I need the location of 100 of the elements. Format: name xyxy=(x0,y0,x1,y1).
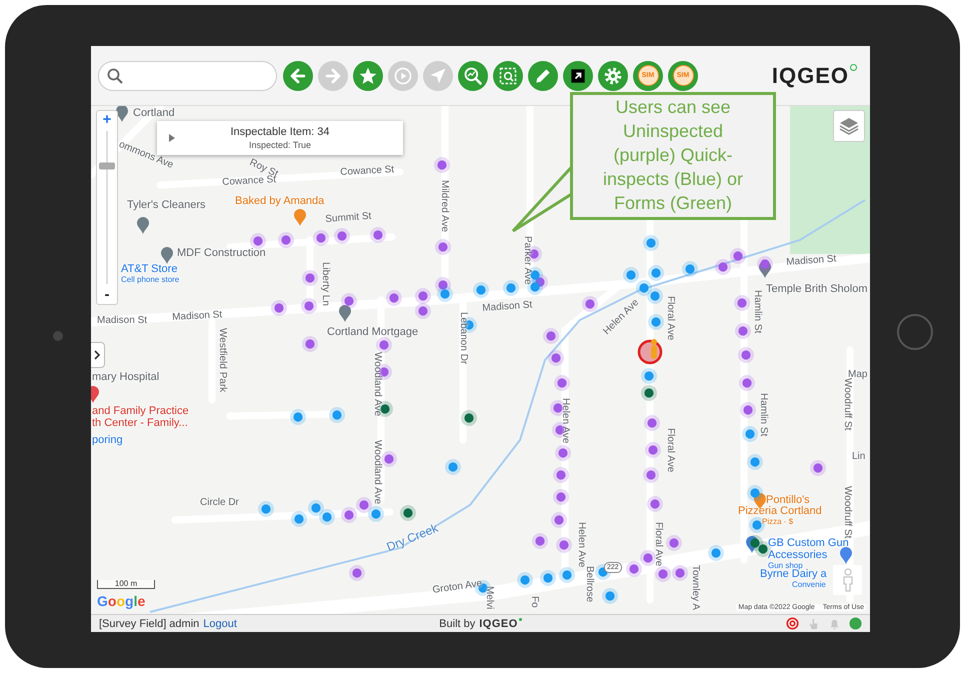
map-marker[interactable] xyxy=(349,565,365,581)
map-marker[interactable] xyxy=(435,239,451,255)
map-marker[interactable] xyxy=(461,410,477,426)
map-label: Baked by Amanda xyxy=(235,196,324,207)
export-button[interactable] xyxy=(563,60,593,90)
map-marker[interactable] xyxy=(301,298,317,314)
target-icon[interactable] xyxy=(786,617,799,630)
map-marker[interactable] xyxy=(740,402,756,418)
map-marker[interactable] xyxy=(356,497,372,513)
map-marker[interactable] xyxy=(554,375,570,391)
map-marker[interactable] xyxy=(302,270,318,286)
map-marker[interactable] xyxy=(271,300,287,316)
map-label: mary Hospital xyxy=(92,372,160,383)
map-marker[interactable] xyxy=(376,337,392,353)
map-marker[interactable] xyxy=(655,566,671,582)
map-marker[interactable] xyxy=(730,248,746,264)
map-marker[interactable] xyxy=(623,267,639,283)
map-marker[interactable] xyxy=(682,261,698,277)
map-marker[interactable] xyxy=(559,567,575,583)
map-marker[interactable] xyxy=(341,293,357,309)
map-marker[interactable] xyxy=(734,295,750,311)
select-zoom-button[interactable] xyxy=(493,60,523,90)
map-marker[interactable] xyxy=(548,350,564,366)
map-marker[interactable] xyxy=(551,512,567,528)
map-marker[interactable] xyxy=(543,328,559,344)
map-marker[interactable] xyxy=(532,533,548,549)
selected-marker-icon[interactable] xyxy=(638,339,662,364)
map-marker[interactable] xyxy=(370,227,386,243)
map-label: Gun shop xyxy=(768,562,803,570)
map-marker[interactable] xyxy=(386,290,402,306)
search-field[interactable] xyxy=(98,60,277,90)
map-marker[interactable] xyxy=(742,426,758,442)
map-marker[interactable] xyxy=(735,323,751,339)
map-marker[interactable] xyxy=(556,537,572,553)
map-marker[interactable] xyxy=(739,375,755,391)
home-button[interactable] xyxy=(897,314,933,350)
map-marker[interactable] xyxy=(810,460,826,476)
map-marker[interactable] xyxy=(757,256,773,272)
map-marker[interactable] xyxy=(641,368,657,384)
map-marker[interactable] xyxy=(250,233,266,249)
map-marker[interactable] xyxy=(747,485,763,501)
back-button[interactable] xyxy=(283,60,313,90)
star-button[interactable] xyxy=(353,60,383,90)
map-marker[interactable] xyxy=(415,303,431,319)
map-marker[interactable] xyxy=(708,545,724,561)
map-marker[interactable] xyxy=(648,265,664,281)
map-marker[interactable] xyxy=(368,506,384,522)
map-marker[interactable] xyxy=(641,385,657,401)
settings-button[interactable] xyxy=(598,60,628,90)
map-marker[interactable] xyxy=(313,230,329,246)
map-marker[interactable] xyxy=(738,347,754,363)
map-marker[interactable] xyxy=(400,505,416,521)
caret-icon[interactable] xyxy=(169,134,175,142)
map-marker[interactable] xyxy=(648,314,664,330)
map-marker[interactable] xyxy=(640,550,656,566)
map-marker[interactable] xyxy=(381,451,397,467)
layers-button[interactable] xyxy=(833,110,865,142)
map-marker[interactable] xyxy=(643,467,659,483)
map-marker[interactable] xyxy=(555,445,571,461)
map-label: Cortland Mortgage xyxy=(327,327,418,338)
map-marker[interactable] xyxy=(672,565,688,581)
zoom-in-button[interactable]: + xyxy=(102,111,112,129)
map-marker[interactable] xyxy=(647,496,663,512)
map-marker[interactable] xyxy=(517,572,533,588)
map-marker[interactable] xyxy=(715,259,731,275)
map-marker[interactable] xyxy=(434,157,450,173)
map-marker[interactable] xyxy=(647,288,663,304)
map-marker[interactable] xyxy=(582,296,598,312)
map-marker[interactable] xyxy=(329,407,345,423)
expand-panel-button[interactable] xyxy=(91,342,105,368)
map-marker[interactable] xyxy=(341,507,357,523)
map-marker[interactable] xyxy=(602,588,618,604)
map-marker[interactable] xyxy=(437,286,453,302)
map-marker[interactable] xyxy=(473,282,489,298)
map-marker[interactable] xyxy=(334,228,350,244)
map-marker[interactable] xyxy=(644,415,660,431)
map-marker[interactable] xyxy=(553,467,569,483)
map-marker[interactable] xyxy=(415,288,431,304)
map-marker[interactable] xyxy=(553,489,569,505)
zoom-slider-thumb[interactable] xyxy=(99,162,115,170)
map-marker[interactable] xyxy=(636,280,652,296)
zoom-chart-button[interactable] xyxy=(458,60,488,90)
map-marker[interactable] xyxy=(747,454,763,470)
map-marker[interactable] xyxy=(291,511,307,527)
map-marker[interactable] xyxy=(540,570,556,586)
map-marker[interactable] xyxy=(645,442,661,458)
zoom-out-button[interactable]: - xyxy=(104,286,110,304)
map-marker[interactable] xyxy=(643,235,659,251)
map-marker[interactable] xyxy=(626,561,642,577)
map-marker[interactable] xyxy=(319,509,335,525)
map-marker[interactable] xyxy=(302,336,318,352)
map-marker[interactable] xyxy=(666,535,682,551)
map-marker[interactable] xyxy=(503,280,519,296)
map-marker[interactable] xyxy=(308,500,324,516)
map-marker[interactable] xyxy=(258,501,274,517)
logout-link[interactable]: Logout xyxy=(203,618,237,630)
edit-button[interactable] xyxy=(528,60,558,90)
map-marker[interactable] xyxy=(290,409,306,425)
map-marker[interactable] xyxy=(445,459,461,475)
map-marker[interactable] xyxy=(278,232,294,248)
